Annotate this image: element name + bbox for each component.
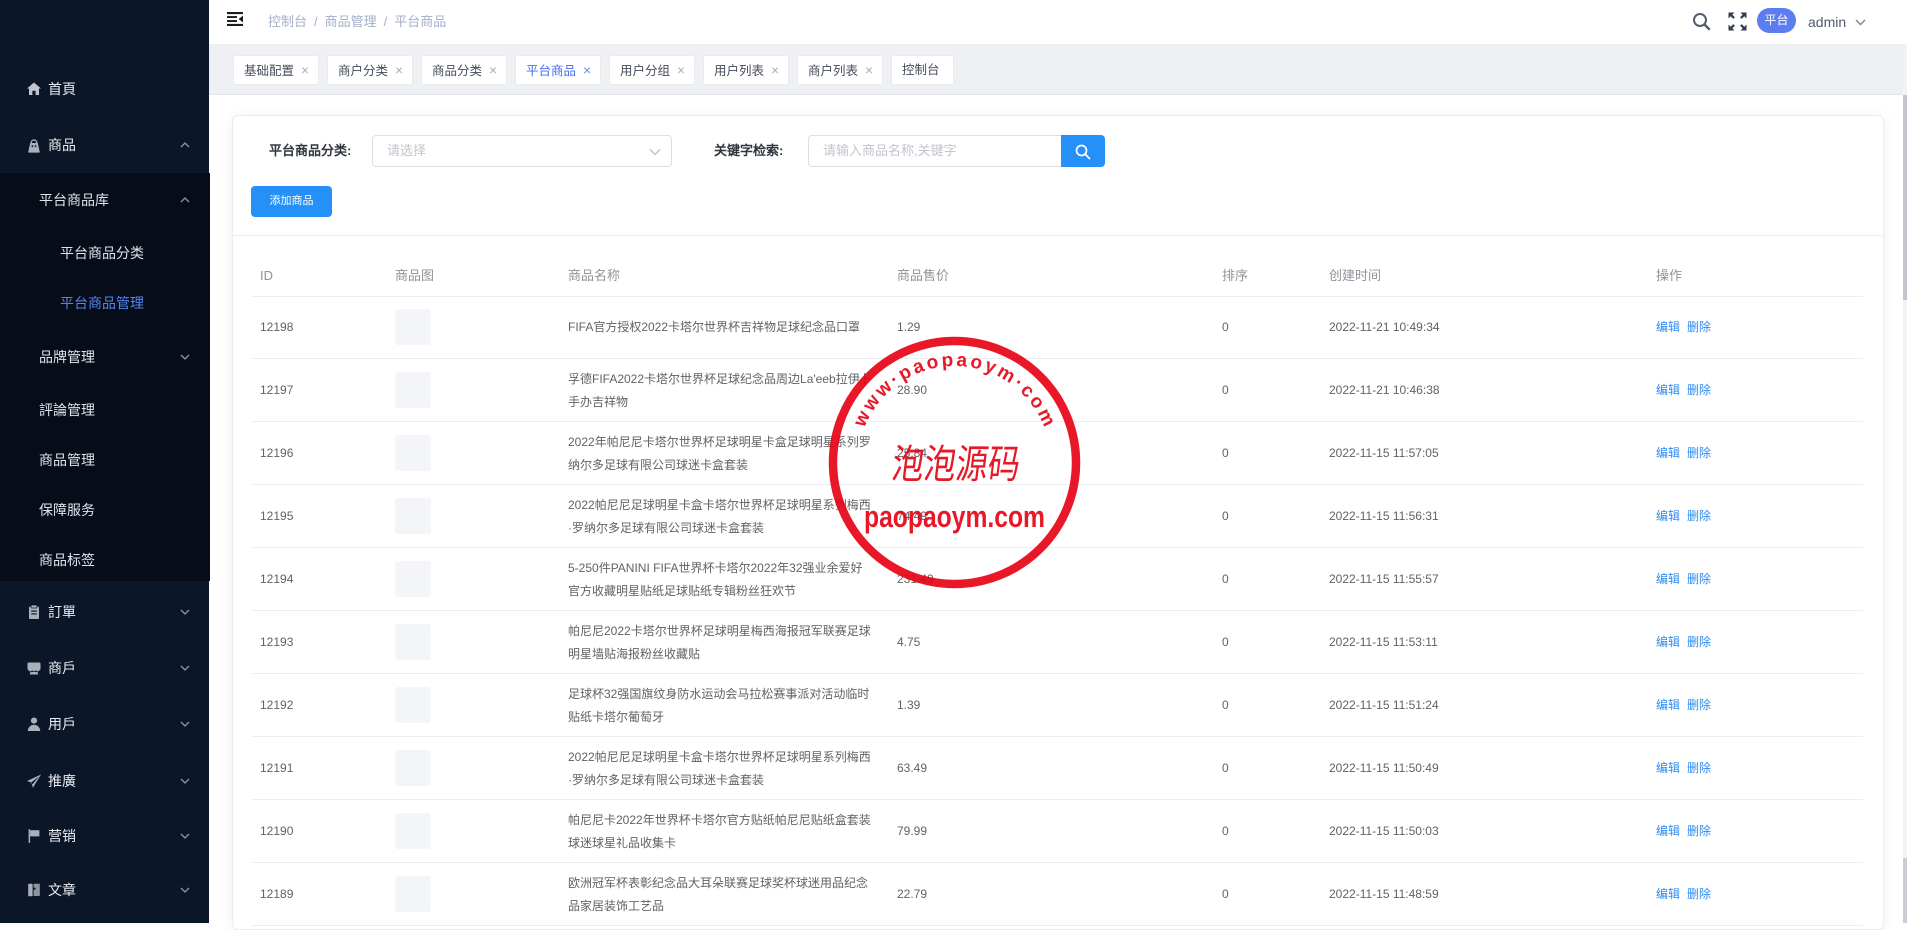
svg-text:泡泡源码: 泡泡源码 — [889, 442, 1023, 487]
svg-text:paopaoym.com: paopaoym.com — [864, 499, 1045, 534]
